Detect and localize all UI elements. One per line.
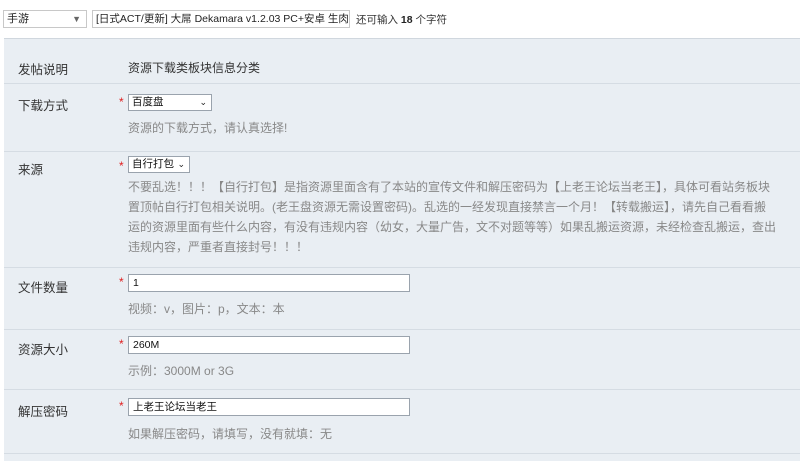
char-counter-suffix: 个字符 [415, 14, 448, 26]
unzip-password-input[interactable]: 上老王论坛当老王 [128, 398, 410, 416]
source-value: 自行打包 [132, 158, 174, 170]
required-star: * [119, 399, 124, 413]
file-count-row: 文件数量 * 1 视频：v，图片：p，文本：本 [4, 267, 800, 330]
required-star: * [119, 159, 124, 173]
thread-title-input[interactable]: [日式ACT/更新] 大屌 Dekamara v1.2.03 PC+安卓 生肉版 [92, 10, 350, 28]
source-desc-line: 运的资源里面有些什么内容，有没有违规内容（幼女，大量广告，文不对题等等）如果乱搬… [128, 220, 777, 234]
unzip-password-hint: 如果解压密码，请填写，没有就填：无 [128, 427, 333, 441]
unzip-password-label: 解压密码 [18, 405, 69, 419]
required-star: * [119, 95, 124, 109]
resource-size-label: 资源大小 [18, 343, 69, 357]
form-header-label: 发帖说明 [18, 63, 69, 77]
classification-form: 发帖说明 资源下载类板块信息分类 下载方式 * 百度盘 ⌄ 资源的下载方式，请认… [4, 38, 800, 461]
file-count-label: 文件数量 [18, 281, 69, 295]
chevron-down-icon: ⌄ [177, 159, 185, 169]
unzip-password-row: 解压密码 * 上老王论坛当老王 如果解压密码，请填写，没有就填：无 [4, 389, 800, 454]
title-bar: 手游 ▼ [日式ACT/更新] 大屌 Dekamara v1.2.03 PC+安… [0, 0, 800, 36]
required-star: * [119, 337, 124, 351]
download-method-value: 百度盘 [132, 96, 164, 108]
chevron-down-icon: ▼ [72, 14, 81, 24]
source-row: 来源 * 自行打包 ⌄ 不要乱选！！！【自行打包】是指资源里面含有了本站的宣传文… [4, 151, 800, 268]
file-count-input[interactable]: 1 [128, 274, 410, 292]
file-count-value: 1 [133, 277, 139, 289]
char-counter-prefix: 还可输入 [356, 14, 398, 26]
source-desc-line: 违规内容，严重者直接封号！！！ [128, 240, 309, 254]
download-method-label: 下载方式 [18, 99, 69, 113]
category-select[interactable]: 手游 ▼ [3, 10, 87, 28]
chevron-down-icon: ⌄ [199, 97, 207, 107]
download-method-select[interactable]: 百度盘 ⌄ [128, 94, 212, 111]
source-desc-line: 置顶帖自行打包相关说明。(老王盘资源无需设置密码)。乱选的一经发现直接禁言一个月… [128, 200, 766, 214]
required-star: * [119, 275, 124, 289]
download-method-row: 下载方式 * 百度盘 ⌄ 资源的下载方式，请认真选择! [4, 83, 800, 152]
char-counter-value: 18 [400, 14, 413, 26]
thread-title-value: [日式ACT/更新] 大屌 Dekamara v1.2.03 PC+安卓 生肉版 [96, 13, 350, 25]
resource-size-input[interactable]: 260M [128, 336, 410, 354]
char-counter: 还可输入 18 个字符 [356, 12, 447, 27]
resource-size-hint: 示例：3000M or 3G [128, 364, 235, 378]
source-description: 不要乱选！！！【自行打包】是指资源里面含有了本站的宣传文件和解压密码为【上老王论… [128, 177, 800, 257]
category-value: 手游 [7, 13, 29, 25]
source-label: 来源 [18, 163, 44, 177]
form-header-text: 资源下载类板块信息分类 [128, 61, 261, 75]
form-header-row: 发帖说明 资源下载类板块信息分类 [4, 39, 800, 84]
resource-size-row: 资源大小 * 260M 示例：3000M or 3G [4, 329, 800, 390]
source-select[interactable]: 自行打包 ⌄ [128, 156, 190, 173]
download-method-hint: 资源的下载方式，请认真选择! [128, 121, 288, 135]
source-desc-line: 不要乱选！！！【自行打包】是指资源里面含有了本站的宣传文件和解压密码为【上老王论… [128, 180, 771, 194]
file-count-hint: 视频：v，图片：p，文本：本 [128, 302, 285, 316]
resource-size-value: 260M [133, 339, 160, 351]
unzip-password-value: 上老王论坛当老王 [133, 401, 217, 413]
